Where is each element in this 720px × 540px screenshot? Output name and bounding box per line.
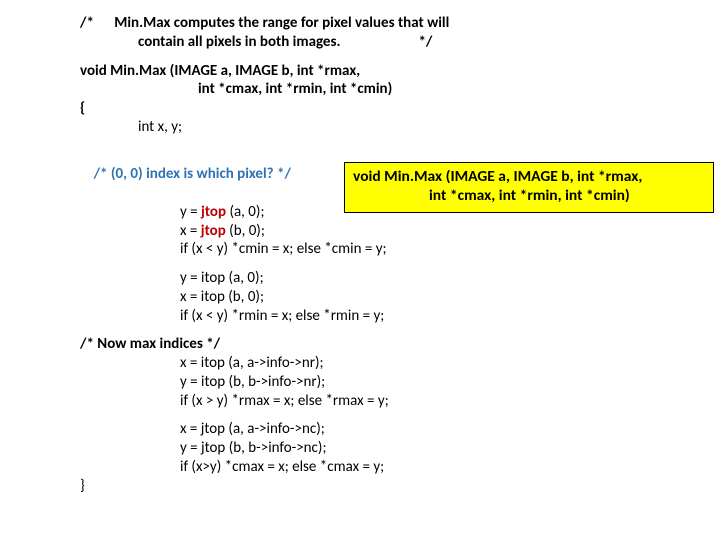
code-listing: /* Min.Max computes the range for pixel … — [0, 0, 720, 509]
callout-line2: int *cmax, int *rmin, int *cmin) — [353, 186, 705, 205]
callout-line1: void Min.Max (IMAGE a, IMAGE b, int *rma… — [353, 167, 705, 186]
comment-top-line2: contain all pixels in both images. */ — [80, 33, 680, 52]
comment-index-text: /* (0, 0) index is which pixel? */ — [94, 165, 291, 183]
block2-line1: y = itop (a, 0); — [80, 269, 680, 288]
comment-max: /* Now max indices */ — [80, 335, 680, 354]
block3-line1: x = itop (a, a->info->nr); — [80, 354, 680, 373]
block2-line3: if (x < y) *rmin = x; else *rmin = y; — [80, 307, 680, 326]
brace-close: } — [80, 477, 680, 496]
block4-line3: if (x>y) *cmax = x; else *cmax = y; — [80, 458, 680, 477]
signature-line1: void Min.Max (IMAGE a, IMAGE b, int *rma… — [80, 62, 680, 81]
brace-open: { — [80, 99, 680, 118]
highlight-callout: void Min.Max (IMAGE a, IMAGE b, int *rma… — [344, 162, 714, 213]
comment-top-line1: /* Min.Max computes the range for pixel … — [80, 14, 680, 33]
block1-line2: x = jtop (b, 0); — [80, 222, 680, 241]
block4-line2: y = jtop (b, b->info->nc); — [80, 439, 680, 458]
signature-line2: int *cmax, int *rmin, int *cmin) — [80, 80, 680, 99]
block2-line2: x = itop (b, 0); — [80, 288, 680, 307]
block3-line2: y = itop (b, b->info->nr); — [80, 373, 680, 392]
block3-line3: if (x > y) *rmax = x; else *rmax = y; — [80, 392, 680, 411]
block4-line1: x = jtop (a, a->info->nc); — [80, 420, 680, 439]
decl-xy: int x, y; — [80, 118, 680, 137]
block1-line3: if (x < y) *cmin = x; else *cmin = y; — [80, 240, 680, 259]
